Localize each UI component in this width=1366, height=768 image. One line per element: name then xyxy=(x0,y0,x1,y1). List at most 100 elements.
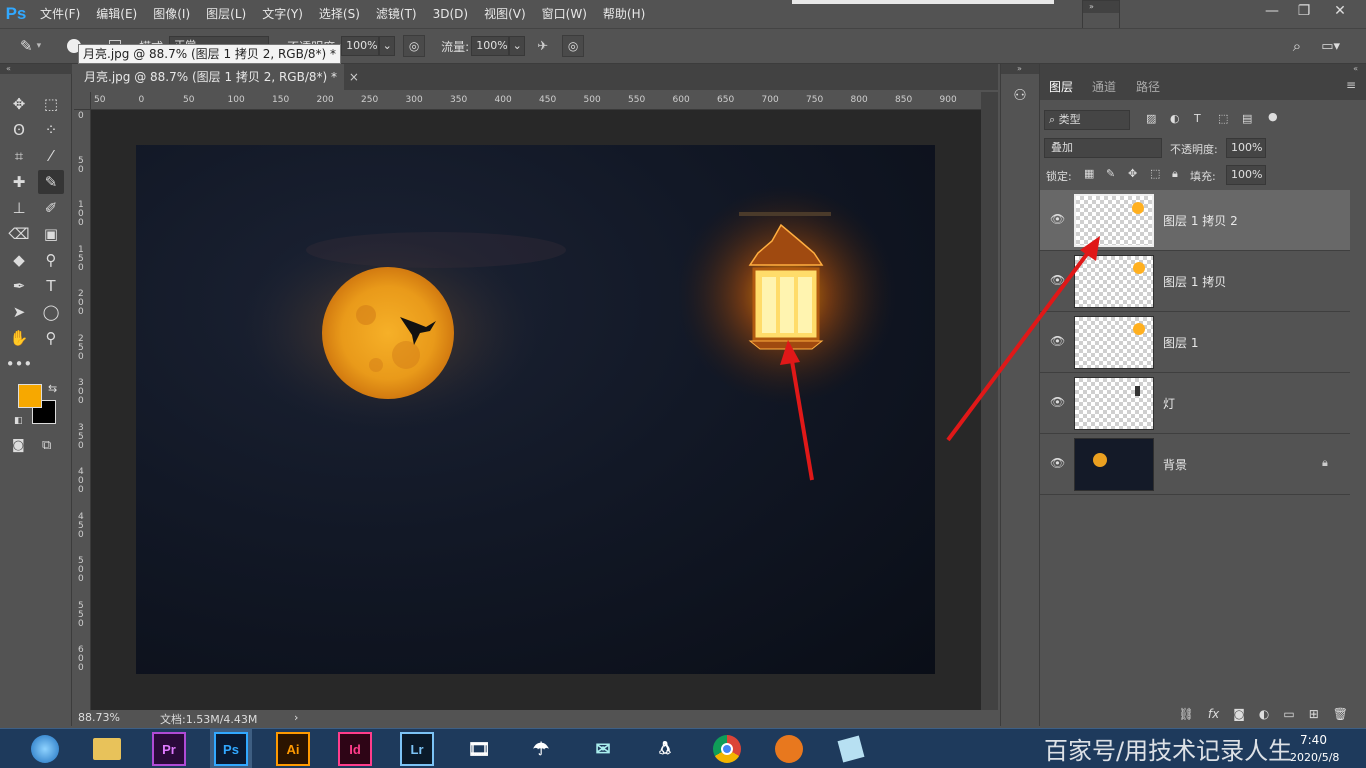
video-editor-icon[interactable]: 🎞︎ xyxy=(462,732,496,766)
flow-dropdown[interactable]: ⌄ xyxy=(509,36,526,56)
browser-fox-icon[interactable] xyxy=(772,732,806,766)
close-window-button[interactable]: ✕ xyxy=(1320,0,1360,22)
taskbar-illustrator-icon[interactable]: Ai xyxy=(276,732,310,766)
type-tool-icon[interactable]: T xyxy=(38,274,64,298)
minimize-button[interactable]: — xyxy=(1256,0,1288,22)
clone-stamp-tool-icon[interactable]: ⊥ xyxy=(6,196,32,220)
link-icon[interactable]: ⛓ xyxy=(1179,707,1194,721)
menu-image[interactable]: 图像(I) xyxy=(145,0,198,28)
pressure-size-button[interactable]: ◎ xyxy=(562,35,585,57)
ruler-origin[interactable] xyxy=(74,92,91,110)
taskbar-lightroom-icon[interactable]: Lr xyxy=(400,732,434,766)
panel-collapse-icon[interactable]: » xyxy=(1083,1,1119,13)
new-layer-icon[interactable]: ⊞ xyxy=(1309,707,1319,721)
taskbar-photoshop-icon[interactable]: Ps xyxy=(214,732,248,766)
blend-mode-select[interactable]: 叠加 xyxy=(1044,138,1162,158)
menu-3d[interactable]: 3D(D) xyxy=(425,0,476,28)
menu-view[interactable]: 视图(V) xyxy=(476,0,534,28)
tab-layers[interactable]: 图层 xyxy=(1049,78,1073,95)
clock-time[interactable]: 7:40 xyxy=(1300,733,1327,747)
pen-tool-icon[interactable]: ✒ xyxy=(6,274,32,298)
path-select-tool-icon[interactable]: ➤ xyxy=(6,300,32,324)
tab-paths[interactable]: 路径 xyxy=(1136,78,1160,95)
layer-opacity-input[interactable]: 100% xyxy=(1226,138,1266,158)
airbrush-icon[interactable]: ✈ xyxy=(537,39,548,54)
menu-filter[interactable]: 滤镜(T) xyxy=(368,0,425,28)
quick-select-tool-icon[interactable]: ⁘ xyxy=(38,118,64,142)
screen-mode-icon[interactable]: ⧉ xyxy=(42,438,51,453)
filter-adjustment-icon[interactable]: ◐ xyxy=(1170,112,1180,125)
filter-type-icon[interactable]: T xyxy=(1194,112,1201,125)
adjustment-icon[interactable]: ◐ xyxy=(1259,707,1269,721)
horizontal-ruler[interactable]: 50 0 50 100 150 200 250 300 350 400 450 500 550 600 65… xyxy=(91,92,981,110)
filter-shape-icon[interactable]: ⬚ xyxy=(1218,112,1228,125)
filter-pixel-icon[interactable]: ▨ xyxy=(1146,112,1156,125)
document-tab[interactable]: 月亮.jpg @ 88.7% (图层 1 拷贝 2, RGB/8*) * × xyxy=(74,64,359,90)
layer-filter-select[interactable]: ⌕ 类型 xyxy=(1044,110,1130,130)
properties-icon[interactable]: ⚇ xyxy=(1001,86,1039,104)
dodge-tool-icon[interactable]: ⚲ xyxy=(38,248,64,272)
pressure-opacity-button[interactable]: ◎ xyxy=(403,35,426,57)
visibility-eye-icon[interactable]: 👁︎ xyxy=(1050,395,1066,409)
layer-row[interactable]: 👁︎ 灯 xyxy=(1040,373,1350,434)
trash-icon[interactable]: 🗑︎ xyxy=(1333,707,1348,721)
crop-tool-icon[interactable]: ⌗ xyxy=(6,144,32,168)
menu-layer[interactable]: 图层(L) xyxy=(198,0,254,28)
mask-icon[interactable]: ◙ xyxy=(1233,707,1245,721)
opacity-dropdown[interactable]: ⌄ xyxy=(379,36,396,56)
ellipse-tool-icon[interactable]: ◯ xyxy=(38,300,64,324)
fx-icon[interactable]: fx xyxy=(1208,707,1219,721)
layers-collapse-icon[interactable]: « xyxy=(1040,64,1366,74)
zoom-level[interactable]: 88.73% xyxy=(78,711,120,724)
lock-image-icon[interactable]: ✎ xyxy=(1106,167,1115,180)
brush-preset-icon[interactable]: ✎ xyxy=(20,37,33,55)
dock-collapse-icon[interactable]: » xyxy=(1001,64,1039,74)
visibility-eye-icon[interactable]: 👁︎ xyxy=(1050,456,1066,470)
gradient-tool-icon[interactable]: ▣ xyxy=(38,222,64,246)
opacity-input[interactable]: 100% xyxy=(341,36,380,56)
group-icon[interactable]: ▭ xyxy=(1283,707,1294,721)
workspace-icon[interactable]: ▭▾ xyxy=(1321,39,1340,54)
lock-transparent-icon[interactable]: ▦ xyxy=(1084,167,1094,180)
layer-name[interactable]: 灯 xyxy=(1163,395,1175,412)
toolbar-collapse-icon[interactable]: « xyxy=(0,64,72,74)
chevron-down-icon[interactable]: ▾ xyxy=(37,41,42,51)
restore-button[interactable]: ❐ xyxy=(1288,0,1320,22)
zoom-tool-icon[interactable]: ⚲ xyxy=(38,326,64,350)
swap-colors-icon[interactable]: ⇆ xyxy=(48,382,57,395)
menu-file[interactable]: 文件(F) xyxy=(32,0,88,28)
layer-name[interactable]: 图层 1 拷贝 2 xyxy=(1163,212,1238,229)
clock-date[interactable]: 2020/5/8 xyxy=(1290,751,1339,764)
search-icon[interactable]: ⌕ xyxy=(1293,37,1301,55)
taskbar-indesign-icon[interactable]: Id xyxy=(338,732,372,766)
chrome-icon[interactable] xyxy=(710,732,744,766)
menu-select[interactable]: 选择(S) xyxy=(311,0,368,28)
notes-app-icon[interactable] xyxy=(834,732,868,766)
panel-menu-icon[interactable]: ≡ xyxy=(1346,78,1356,92)
filter-smart-object-icon[interactable]: ▤ xyxy=(1242,112,1252,125)
start-button[interactable] xyxy=(28,732,62,766)
layer-row[interactable]: 👁︎ 图层 1 拷贝 2 xyxy=(1040,190,1350,251)
status-menu-arrow[interactable]: › xyxy=(294,711,298,724)
lock-position-icon[interactable]: ✥ xyxy=(1128,167,1137,180)
healing-brush-tool-icon[interactable]: ✚ xyxy=(6,170,32,194)
eyedropper-tool-icon[interactable]: ⁄ xyxy=(38,144,64,168)
menu-window[interactable]: 窗口(W) xyxy=(534,0,595,28)
umbrella-app-icon[interactable]: ☂ xyxy=(524,732,558,766)
visibility-eye-icon[interactable]: 👁︎ xyxy=(1050,273,1066,287)
brush-tool-icon[interactable]: ✎ xyxy=(38,170,64,194)
layer-row[interactable]: 👁︎ 背景 🔒︎ xyxy=(1040,434,1350,495)
foreground-color-swatch[interactable] xyxy=(18,384,42,408)
taskbar-premiere-icon[interactable]: Pr xyxy=(152,732,186,766)
image-canvas[interactable] xyxy=(136,145,935,674)
qq-icon[interactable]: 🐧︎ xyxy=(648,732,682,766)
layer-name[interactable]: 背景 xyxy=(1163,456,1187,473)
flow-input[interactable]: 100% xyxy=(471,36,510,56)
visibility-eye-icon[interactable]: 👁︎ xyxy=(1050,212,1066,226)
vertical-scrollbar[interactable] xyxy=(981,92,998,710)
menu-edit[interactable]: 编辑(E) xyxy=(88,0,145,28)
layer-row[interactable]: 👁︎ 图层 1 xyxy=(1040,312,1350,373)
default-colors-icon[interactable]: ◧ xyxy=(14,416,23,426)
lock-artboard-icon[interactable]: ⬚ xyxy=(1150,167,1160,180)
move-tool-icon[interactable]: ✥ xyxy=(6,92,32,116)
